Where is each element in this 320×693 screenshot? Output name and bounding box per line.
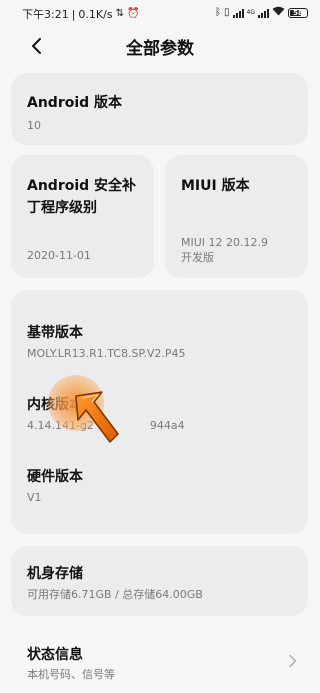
storage-card[interactable]: 机身存储 可用存储6.71GB / 总存储64.00GB	[11, 546, 308, 616]
hardware-version-item: 硬件版本 V1	[27, 466, 83, 505]
baseband-version-item: 基带版本 MOLY.LR13.R1.TC8.SP.V2.P45	[27, 322, 186, 361]
network-speed: 0.1K/s	[78, 7, 113, 21]
battery-level: 58	[293, 8, 303, 17]
security-patch-label: Android 安全补丁程序级别	[27, 178, 137, 216]
storage-value: 可用存储6.71GB / 总存储64.00GB	[27, 588, 203, 601]
status-time: 下午3:21	[22, 8, 69, 21]
android-version-label: Android 版本	[27, 95, 123, 111]
pointer-arrow-icon	[75, 391, 119, 443]
miui-version-label: MIUI 版本	[181, 178, 250, 194]
vibrate-icon: ▯	[224, 7, 230, 18]
miui-version-channel: 开发版	[181, 251, 214, 264]
wifi-icon	[272, 6, 285, 19]
status-info-value: 本机号码、信号等	[27, 668, 115, 681]
alarm-icon: ⏰	[126, 8, 140, 19]
android-version-card: Android 版本 10	[11, 73, 308, 145]
bluetooth-icon: ᛒ	[215, 7, 222, 18]
signal-icon-2	[258, 8, 269, 18]
status-bar: 下午3:21 | 0.1K/s ⇅ ⏰ ᛒ ▯ 4G 58	[0, 0, 320, 28]
chevron-right-icon	[289, 654, 297, 668]
baseband-version-value: MOLY.LR13.R1.TC8.SP.V2.P45	[27, 347, 186, 360]
battery-icon: 58	[288, 7, 308, 18]
miui-version-card[interactable]: MIUI 版本 MIUI 12 20.12.9 开发版	[165, 155, 308, 278]
network-type: 4G	[246, 9, 255, 16]
hardware-version-label: 硬件版本	[27, 469, 83, 485]
storage-label: 机身存储	[27, 566, 83, 582]
baseband-version-label: 基带版本	[27, 325, 83, 341]
hardware-version-value: V1	[27, 491, 42, 504]
status-right: ᛒ ▯ 4G 58	[215, 6, 308, 19]
signal-icon	[232, 8, 244, 18]
status-left: 下午3:21 | 0.1K/s ⇅ ⏰	[22, 6, 139, 22]
miui-version-value: MIUI 12 20.12.9 开发版	[181, 235, 268, 265]
status-info-label: 状态信息	[27, 647, 83, 663]
page-title: 全部参数	[126, 39, 194, 59]
security-patch-card: Android 安全补丁程序级别 2020-11-01	[11, 155, 154, 278]
miui-version-number: MIUI 12 20.12.9	[181, 236, 269, 249]
status-info-row[interactable]: 状态信息 本机号码、信号等	[0, 628, 320, 688]
data-transfer-icon: ⇅	[115, 8, 124, 19]
security-patch-value: 2020-11-01	[27, 249, 91, 262]
status-separator: |	[71, 7, 76, 21]
android-version-value: 10	[27, 119, 41, 132]
